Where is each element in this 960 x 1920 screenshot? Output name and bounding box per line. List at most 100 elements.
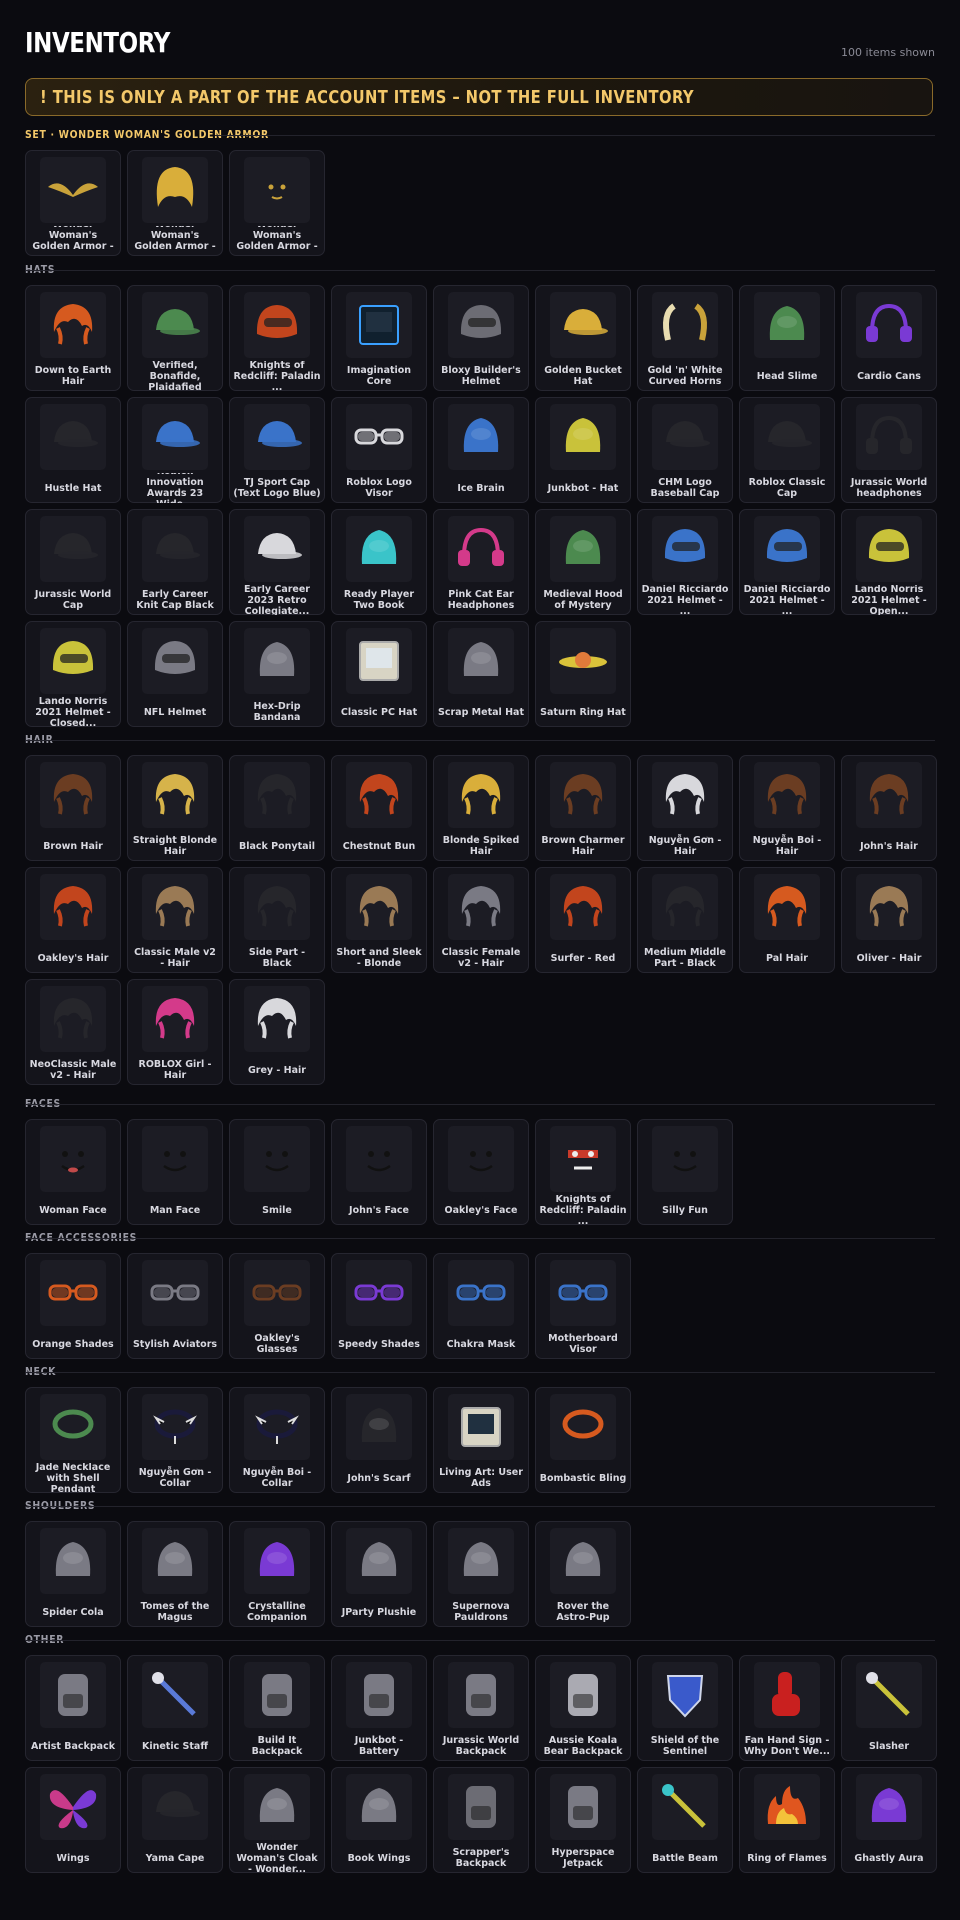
item-card[interactable]: JParty Plushie xyxy=(331,1521,427,1627)
item-card[interactable]: Rover the Astro-Pup xyxy=(535,1521,631,1627)
item-card[interactable]: Surfer - Red xyxy=(535,867,631,973)
item-card[interactable]: Daniel Ricciardo 2021 Helmet - ... xyxy=(637,509,733,615)
item-card[interactable]: Black Ponytail xyxy=(229,755,325,861)
item-card[interactable]: Jurassic World Backpack xyxy=(433,1655,529,1761)
item-card[interactable]: Book Wings xyxy=(331,1767,427,1873)
item-card[interactable]: Bloxy Builder's Helmet xyxy=(433,285,529,391)
item-card[interactable]: Saturn Ring Hat xyxy=(535,621,631,727)
item-card[interactable]: Shield of the Sentinel xyxy=(637,1655,733,1761)
item-card[interactable]: Medium Middle Part - Black xyxy=(637,867,733,973)
item-card[interactable]: Roblox Innovation Awards 23 Wide... xyxy=(127,397,223,503)
item-card[interactable]: Motherboard Visor xyxy=(535,1253,631,1359)
item-card[interactable]: CHM Logo Baseball Cap xyxy=(637,397,733,503)
item-card[interactable]: Gold 'n' White Curved Horns xyxy=(637,285,733,391)
item-card[interactable]: Bombastic Bling xyxy=(535,1387,631,1493)
item-card[interactable]: John's Scarf xyxy=(331,1387,427,1493)
item-card[interactable]: Smile xyxy=(229,1119,325,1225)
item-card[interactable]: Nguyễn Boi - Collar xyxy=(229,1387,325,1493)
item-card[interactable]: Ring of Flames xyxy=(739,1767,835,1873)
item-card[interactable]: Roblox Logo Visor xyxy=(331,397,427,503)
item-card[interactable]: Head Slime xyxy=(739,285,835,391)
item-card[interactable]: Orange Shades xyxy=(25,1253,121,1359)
item-card[interactable]: NeoClassic Male v2 - Hair xyxy=(25,979,121,1085)
item-card[interactable]: Supernova Pauldrons xyxy=(433,1521,529,1627)
item-card[interactable]: Classic Male v2 - Hair xyxy=(127,867,223,973)
item-card[interactable]: Slasher xyxy=(841,1655,937,1761)
item-card[interactable]: Jade Necklace with Shell Pendant xyxy=(25,1387,121,1493)
item-card[interactable]: Wonder Woman's Golden Armor - ... xyxy=(127,150,223,256)
item-card[interactable]: Stylish Aviators xyxy=(127,1253,223,1359)
item-card[interactable]: Early Career Knit Cap Black xyxy=(127,509,223,615)
item-card[interactable]: Yama Cape xyxy=(127,1767,223,1873)
item-card[interactable]: Nguyễn Gơn - Hair xyxy=(637,755,733,861)
item-card[interactable]: John's Face xyxy=(331,1119,427,1225)
item-card[interactable]: Roblox Classic Cap xyxy=(739,397,835,503)
item-card[interactable]: Ghastly Aura xyxy=(841,1767,937,1873)
item-card[interactable]: Oakley's Glasses xyxy=(229,1253,325,1359)
item-card[interactable]: Knights of Redcliff: Paladin ... xyxy=(229,285,325,391)
item-card[interactable]: Hex-Drip Bandana xyxy=(229,621,325,727)
item-card[interactable]: Man Face xyxy=(127,1119,223,1225)
item-card[interactable]: Nguyễn Boi - Hair xyxy=(739,755,835,861)
item-card[interactable]: Jurassic World headphones xyxy=(841,397,937,503)
item-card[interactable]: Pal Hair xyxy=(739,867,835,973)
item-card[interactable]: Tomes of the Magus xyxy=(127,1521,223,1627)
item-card[interactable]: Medieval Hood of Mystery xyxy=(535,509,631,615)
item-card[interactable]: Scrap Metal Hat xyxy=(433,621,529,727)
item-card[interactable]: John's Hair xyxy=(841,755,937,861)
item-card[interactable]: Spider Cola xyxy=(25,1521,121,1627)
item-card[interactable]: Ready Player Two Book xyxy=(331,509,427,615)
item-card[interactable]: Side Part - Black xyxy=(229,867,325,973)
item-card[interactable]: Wings xyxy=(25,1767,121,1873)
item-card[interactable]: Aussie Koala Bear Backpack xyxy=(535,1655,631,1761)
item-card[interactable]: Oakley's Hair xyxy=(25,867,121,973)
item-card[interactable]: Battle Beam xyxy=(637,1767,733,1873)
item-card[interactable]: Speedy Shades xyxy=(331,1253,427,1359)
item-card[interactable]: Brown Hair xyxy=(25,755,121,861)
item-card[interactable]: Grey - Hair xyxy=(229,979,325,1085)
item-card[interactable]: Scrapper's Backpack xyxy=(433,1767,529,1873)
item-card[interactable]: Pink Cat Ear Headphones xyxy=(433,509,529,615)
item-card[interactable]: Junkbot - Battery xyxy=(331,1655,427,1761)
item-card[interactable]: Brown Charmer Hair xyxy=(535,755,631,861)
item-card[interactable]: Classic Female v2 - Hair xyxy=(433,867,529,973)
item-card[interactable]: Imagination Core xyxy=(331,285,427,391)
item-card[interactable]: ROBLOX Girl - Hair xyxy=(127,979,223,1085)
item-card[interactable]: Oliver - Hair xyxy=(841,867,937,973)
item-card[interactable]: Lando Norris 2021 Helmet - Open... xyxy=(841,509,937,615)
item-card[interactable]: Short and Sleek - Blonde xyxy=(331,867,427,973)
item-card[interactable]: Classic PC Hat xyxy=(331,621,427,727)
item-card[interactable]: Early Career 2023 Retro Collegiate... xyxy=(229,509,325,615)
item-card[interactable]: Silly Fun xyxy=(637,1119,733,1225)
item-card[interactable]: Golden Bucket Hat xyxy=(535,285,631,391)
item-card[interactable]: Ice Brain xyxy=(433,397,529,503)
item-card[interactable]: Crystalline Companion xyxy=(229,1521,325,1627)
item-card[interactable]: Chestnut Bun xyxy=(331,755,427,861)
item-card[interactable]: Junkbot - Hat xyxy=(535,397,631,503)
item-card[interactable]: Verified, Bonafide, Plaidafied xyxy=(127,285,223,391)
item-card[interactable]: Cardio Cans xyxy=(841,285,937,391)
item-card[interactable]: Nguyễn Gơn - Collar xyxy=(127,1387,223,1493)
item-card[interactable]: Lando Norris 2021 Helmet - Closed... xyxy=(25,621,121,727)
item-card[interactable]: Hustle Hat xyxy=(25,397,121,503)
item-card[interactable]: Wonder Woman's Golden Armor - ... xyxy=(25,150,121,256)
item-card[interactable]: Chakra Mask xyxy=(433,1253,529,1359)
item-card[interactable]: Straight Blonde Hair xyxy=(127,755,223,861)
item-card[interactable]: Build It Backpack xyxy=(229,1655,325,1761)
item-card[interactable]: NFL Helmet xyxy=(127,621,223,727)
item-card[interactable]: Blonde Spiked Hair xyxy=(433,755,529,861)
item-card[interactable]: Hyperspace Jetpack xyxy=(535,1767,631,1873)
item-card[interactable]: Kinetic Staff xyxy=(127,1655,223,1761)
item-card[interactable]: Knights of Redcliff: Paladin ... xyxy=(535,1119,631,1225)
item-card[interactable]: TJ Sport Cap (Text Logo Blue) xyxy=(229,397,325,503)
item-card[interactable]: Oakley's Face xyxy=(433,1119,529,1225)
item-card[interactable]: Jurassic World Cap xyxy=(25,509,121,615)
item-card[interactable]: Artist Backpack xyxy=(25,1655,121,1761)
item-card[interactable]: Daniel Ricciardo 2021 Helmet - ... xyxy=(739,509,835,615)
item-card[interactable]: Down to Earth Hair xyxy=(25,285,121,391)
item-card[interactable]: Wonder Woman's Cloak - Wonder... xyxy=(229,1767,325,1873)
item-card[interactable]: Fan Hand Sign - Why Don't We... xyxy=(739,1655,835,1761)
item-card[interactable]: Woman Face xyxy=(25,1119,121,1225)
item-card[interactable]: Living Art: User Ads xyxy=(433,1387,529,1493)
item-card[interactable]: Wonder Woman's Golden Armor - ... xyxy=(229,150,325,256)
